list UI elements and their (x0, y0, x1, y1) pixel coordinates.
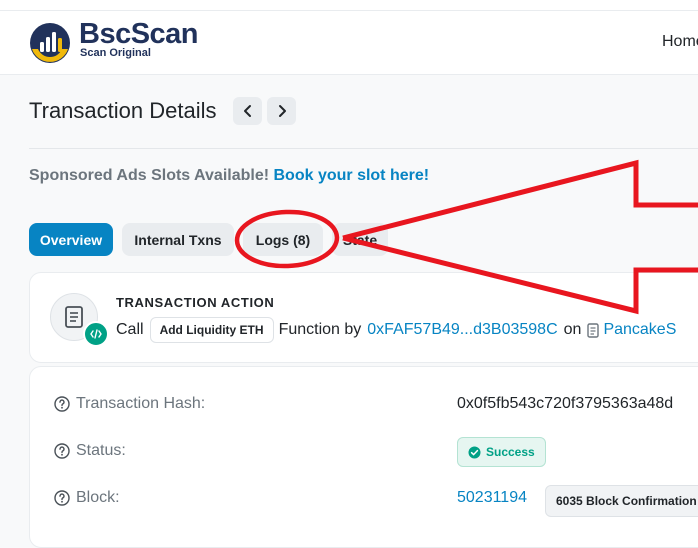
chevron-left-icon (243, 105, 251, 117)
status-row-label: Status: (54, 439, 126, 463)
next-tx-button[interactable] (267, 97, 296, 125)
status-value: Success (486, 445, 535, 459)
tab-state[interactable]: State (332, 223, 388, 256)
site-header: BscScan Scan Original Home (0, 11, 698, 75)
transaction-action-card: TRANSACTION ACTION Call Add Liquidity ET… (29, 272, 698, 363)
file-icon (587, 322, 600, 338)
function-by-label: Function by (278, 321, 362, 338)
code-icon (83, 321, 109, 347)
transaction-action-line: Call Add Liquidity ETH Function by 0xFAF… (116, 315, 676, 345)
contract-link[interactable]: PancakeS (603, 321, 676, 339)
sponsored-banner: Sponsored Ads Slots Available! Book your… (29, 167, 429, 185)
tab-internal-txns[interactable]: Internal Txns (122, 223, 234, 256)
prev-tx-button[interactable] (233, 97, 262, 125)
tab-overview[interactable]: Overview (29, 223, 113, 256)
on-label: on (563, 321, 582, 338)
method-badge: Add Liquidity ETH (149, 317, 274, 343)
bscscan-logo-icon[interactable] (29, 22, 71, 64)
brand-subtitle: Scan Original (80, 47, 151, 59)
page-title: Transaction Details (29, 98, 217, 123)
call-label: Call (116, 321, 144, 338)
question-icon[interactable] (54, 396, 70, 412)
block-row-label: Block: (54, 486, 120, 510)
block-confirmations-badge: 6035 Block Confirmation (545, 485, 698, 517)
nav-home-link[interactable]: Home (662, 33, 698, 51)
hash-value: 0x0f5fb543c720f3795363a48d (457, 395, 674, 412)
sponsored-link[interactable]: Book your slot here! (274, 167, 430, 184)
status-badge: Success (457, 437, 546, 467)
hash-row-label: Transaction Hash: (54, 392, 205, 416)
top-strip (0, 0, 698, 11)
from-address-link[interactable]: 0xFAF57B49...d3B03598C (367, 321, 557, 339)
question-icon[interactable] (54, 490, 70, 506)
tab-logs[interactable]: Logs (8) (243, 223, 323, 256)
hash-label: Transaction Hash: (76, 395, 206, 412)
status-label: Status: (76, 442, 126, 459)
sponsored-text: Sponsored Ads Slots Available! (29, 167, 270, 184)
block-label: Block: (76, 489, 120, 506)
title-divider (29, 148, 698, 149)
check-circle-icon (468, 446, 481, 458)
chevron-right-icon (278, 105, 286, 117)
transaction-details-card: Transaction Hash: 0x0f5fb543c720f3795363… (29, 366, 698, 548)
block-number-link[interactable]: 50231194 (457, 489, 527, 507)
question-icon[interactable] (54, 443, 70, 459)
transaction-action-heading: TRANSACTION ACTION (116, 295, 275, 310)
